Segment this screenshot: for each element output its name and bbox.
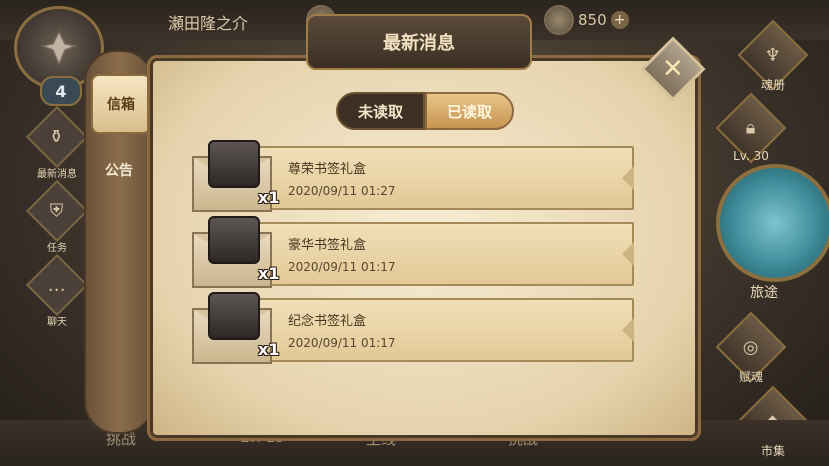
mail-quantity: x1: [258, 188, 280, 207]
currency-right: 850 +: [544, 5, 629, 35]
mail-tab-column: 信箱 公告: [84, 50, 154, 434]
player-level-badge: 4: [40, 76, 82, 106]
mail-item-bar: 纪念书签礼盒 2020/09/11 01:17: [256, 298, 634, 362]
journey-orb-icon: [716, 164, 829, 282]
rail-item-chat[interactable]: … 聊天: [25, 253, 89, 330]
mail-title: 纪念书签礼盒: [288, 314, 367, 329]
mail-item[interactable]: 豪华书签礼盒 2020/09/11 01:17 x1: [190, 216, 636, 288]
read-filter: 未读取 已读取: [336, 92, 514, 130]
mail-item-bar: 豪华书签礼盒 2020/09/11 01:17: [256, 222, 634, 286]
gift-box-icon: [208, 292, 260, 340]
rail-item-quests[interactable]: ⛨ 任务: [25, 179, 89, 256]
mail-quantity: x1: [258, 264, 280, 283]
rail-item-news[interactable]: ⚱ 最新消息: [25, 105, 89, 182]
gift-box-icon: [208, 140, 260, 188]
mail-title: 豪华书签礼盒: [288, 238, 367, 253]
dialog-title: 最新消息: [306, 14, 532, 70]
mail-item[interactable]: 尊荣书签礼盒 2020/09/11 01:27 x1: [190, 140, 636, 212]
emblem-icon: [40, 30, 78, 66]
shield-icon: ⛨: [25, 179, 89, 242]
close-icon: ✕: [662, 53, 684, 84]
nav-talent[interactable]: ◎ 赋魂: [706, 311, 796, 388]
filter-read[interactable]: 已读取: [425, 92, 514, 130]
gift-box-icon: [208, 216, 260, 264]
mail-date: 2020/09/11 01:27: [288, 184, 396, 198]
nav-journey[interactable]: 旅途: [708, 150, 829, 310]
mail-list: 尊荣书签礼盒 2020/09/11 01:27 x1 豪华书签礼盒 2020/0…: [190, 140, 636, 368]
mail-date: 2020/09/11 01:17: [288, 260, 396, 274]
mail-item-bar: 尊荣书签礼盒 2020/09/11 01:27: [256, 146, 634, 210]
gem-icon: [544, 5, 574, 35]
filter-unread[interactable]: 未读取: [336, 92, 425, 130]
tab-notice[interactable]: 公告: [91, 142, 147, 198]
mail-quantity: x1: [258, 340, 280, 359]
goblet-icon: ⚱: [25, 105, 89, 168]
left-rail: ⚱ 最新消息 ⛨ 任务 … 聊天: [25, 105, 89, 334]
mail-item[interactable]: 纪念书签礼盒 2020/09/11 01:17 x1: [190, 292, 636, 364]
tab-inbox[interactable]: 信箱: [91, 74, 151, 134]
mail-date: 2020/09/11 01:17: [288, 336, 396, 350]
chat-icon: …: [25, 253, 89, 316]
player-name: 瀬田隆之介: [168, 14, 249, 33]
mail-title: 尊荣书签礼盒: [288, 162, 367, 177]
add-currency-button[interactable]: +: [610, 11, 629, 29]
nav-soulbook[interactable]: ♆ 魂册: [728, 19, 818, 96]
